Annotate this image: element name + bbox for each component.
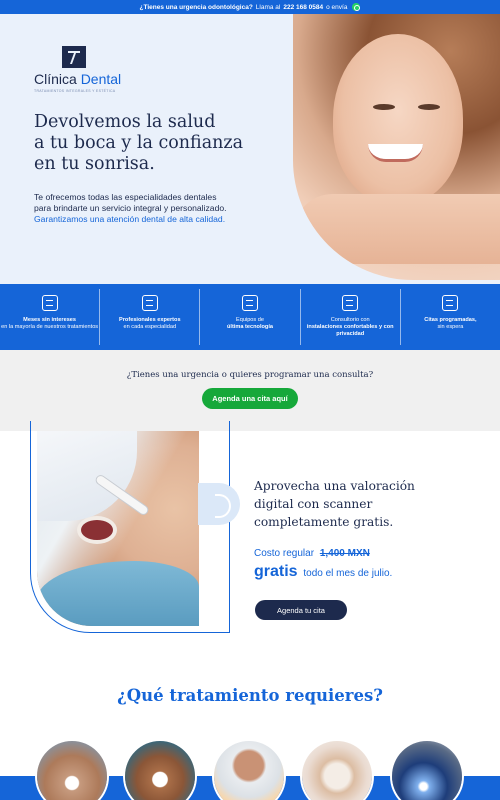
feature-item: Consultorio con instalaciones confortabl… [301, 289, 401, 345]
scanner-offer-text: Aprovecha una valoración digital con sca… [254, 477, 474, 531]
treatment-circle-shade[interactable] [212, 739, 286, 800]
logo-name-part1: Clínica [34, 71, 77, 87]
hero-desc-line1: Te ofrecemos todas las especialidades de… [34, 192, 217, 202]
offer-line1: Aprovecha una valoración [254, 479, 415, 493]
hero-desc-strong: Garantizamos una atención dental de alta… [34, 214, 226, 224]
feature-item: Citas programadas, sin espera [401, 289, 500, 345]
treatments-title: ¿Qué tratamiento requieres? [117, 686, 383, 705]
call-text: Llama al [255, 3, 281, 11]
treatment-circle-brushes[interactable] [300, 739, 374, 800]
urgent-text: ¿Tienes una urgencia odontológica? [139, 3, 253, 11]
hero-desc-line2: para brindarte un servicio integral y pe… [34, 203, 227, 213]
treatment-image [302, 741, 372, 800]
offer-line2: digital con scanner [254, 497, 373, 511]
phone-link[interactable]: 222 168 0584 [283, 4, 323, 11]
or-send-text: o envía [326, 3, 348, 11]
whatsapp-icon[interactable] [352, 3, 361, 11]
treatment-circle-aligners[interactable] [35, 739, 109, 800]
feature-bold: Citas programadas, [424, 317, 477, 323]
eye-left [373, 104, 395, 110]
open-mouth-shape [77, 516, 117, 544]
clinic-logo[interactable]: Clínica Dental TRATAMIENTOS INTEGRALES Y… [34, 46, 124, 106]
feature-text: sin espera [437, 324, 464, 330]
feature-text: en la mayoría de nuestros tratamientos [1, 324, 99, 330]
hero-description: Te ofrecemos todas las especialidades de… [34, 192, 284, 225]
hero-title-line1: Devolvemos la salud [34, 112, 216, 132]
treatment-image [214, 741, 284, 800]
calendar-card-icon [41, 295, 58, 311]
dental-scanner-photo [37, 431, 199, 626]
treatment-image [125, 741, 195, 800]
gratis-word: gratis [254, 563, 298, 580]
feature-item: Meses sin intereses en la mayoría de nue… [0, 289, 101, 345]
feature-item: Profesionales expertos en cada especiali… [100, 289, 201, 345]
features-band: Meses sin intereses en la mayoría de nue… [0, 284, 500, 350]
feature-text: Equipos de [236, 317, 264, 323]
feature-bold: Profesionales expertos [119, 317, 181, 323]
schedule-icon [442, 295, 459, 311]
hero-title-line2: a tu boca y la confianza [34, 133, 244, 153]
offer-line3: completamente gratis. [254, 515, 394, 529]
gratis-suffix: todo el mes de julio. [303, 568, 393, 579]
logo-name-part2: Dental [80, 71, 122, 87]
scanner-section: Aprovecha una valoración digital con sca… [0, 421, 500, 691]
regular-price-line: Costo regular 1,400 MXN [254, 548, 370, 559]
feature-item: Equipos de última tecnología [200, 289, 301, 345]
feature-text: en cada especialidad [123, 324, 177, 330]
face-shape [333, 34, 463, 204]
book-appointment-button[interactable]: Agenda una cita aquí [202, 388, 298, 409]
treatment-image [37, 741, 107, 800]
feature-bold: Meses sin intereses [23, 317, 77, 323]
hero-title-line3: en tu sonrisa. [34, 154, 155, 174]
logo-mark-icon [62, 46, 86, 68]
building-icon [342, 295, 359, 311]
feature-bold: última tecnología [227, 324, 273, 330]
decorative-tab-icon [198, 483, 240, 525]
smiling-woman-photo [293, 14, 500, 280]
arm-shape [293, 194, 500, 264]
treatment-image [392, 741, 462, 800]
schedule-appointment-button[interactable]: Agenda tu cita [255, 600, 347, 620]
feature-text: Consultorio con [330, 317, 370, 323]
regular-price: 1,400 MXN [319, 548, 370, 559]
cta-strip: ¿Tienes una urgencia o quieres programar… [0, 350, 500, 431]
dental-chair-icon [242, 295, 258, 311]
regular-price-label: Costo regular [254, 548, 315, 559]
dentist-icon [141, 295, 158, 311]
logo-name: Clínica Dental [34, 71, 121, 87]
cta-question: ¿Tienes una urgencia o quieres programar… [126, 370, 374, 380]
hero-title: Devolvemos la salud a tu boca y la confi… [34, 112, 284, 175]
treatment-circle-smile[interactable] [123, 739, 197, 800]
treatment-circle-light[interactable] [390, 739, 464, 800]
feature-bold: instalaciones confortables y con privaci… [306, 324, 394, 337]
top-bar: ¿Tienes una urgencia odontológica? Llama… [0, 0, 500, 14]
logo-tagline: TRATAMIENTOS INTEGRALES Y ESTÉTICA [34, 89, 116, 93]
gratis-line: gratis todo el mes de julio. [254, 563, 392, 581]
eye-right [418, 104, 440, 110]
hero-section: Clínica Dental TRATAMIENTOS INTEGRALES Y… [0, 14, 500, 284]
